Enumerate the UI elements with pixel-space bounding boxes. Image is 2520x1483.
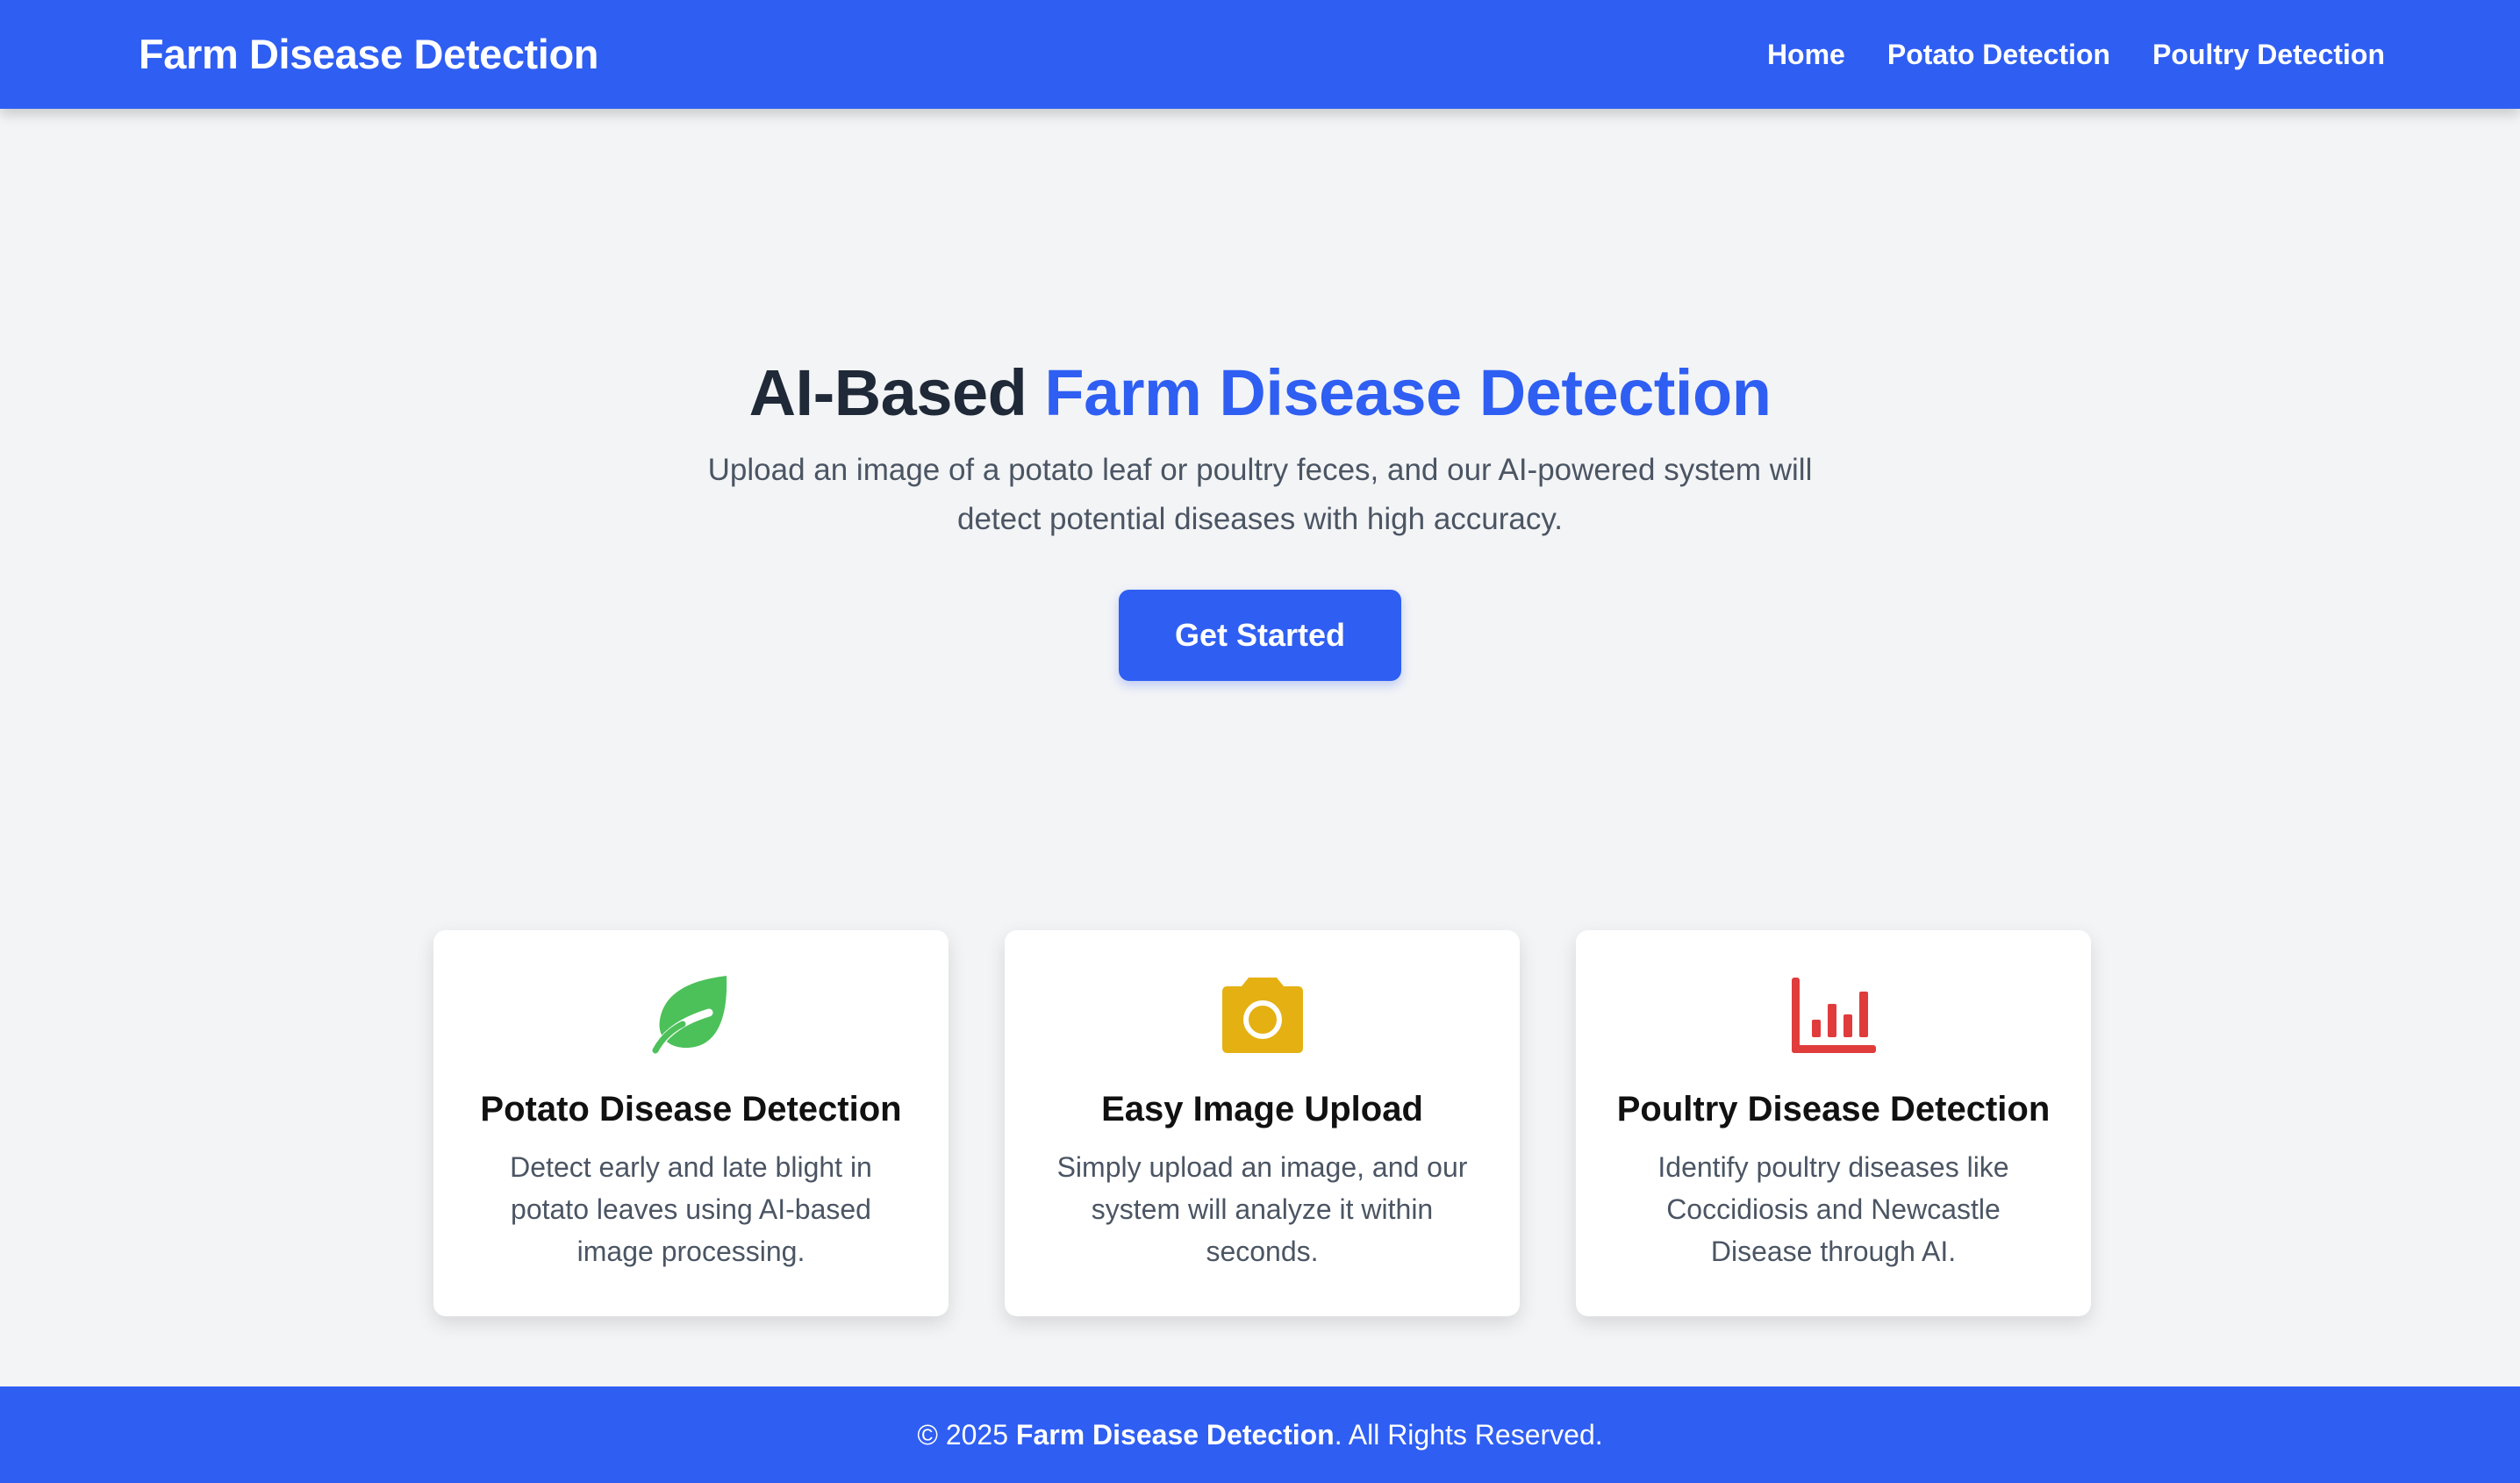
feature-card-upload: Easy Image Upload Simply upload an image… bbox=[1005, 930, 1520, 1316]
top-navbar: Farm Disease Detection Home Potato Detec… bbox=[0, 0, 2520, 109]
hero-title-accent: Farm Disease Detection bbox=[1044, 356, 1772, 429]
get-started-button[interactable]: Get Started bbox=[1119, 590, 1401, 681]
nav-link-home[interactable]: Home bbox=[1767, 32, 1845, 77]
footer-brand: Farm Disease Detection bbox=[1015, 1419, 1335, 1451]
hero-section: AI-Based Farm Disease Detection Upload a… bbox=[0, 347, 2520, 681]
hero-subtitle: Upload an image of a potato leaf or poul… bbox=[707, 453, 1813, 536]
card-description: Identify poultry diseases like Coccidios… bbox=[1657, 1151, 2009, 1267]
feature-card-potato: Potato Disease Detection Detect early an… bbox=[433, 930, 949, 1316]
feature-card-poultry: Poultry Disease Detection Identify poult… bbox=[1576, 930, 2091, 1316]
card-title: Easy Image Upload bbox=[1101, 1090, 1423, 1128]
bar-chart-icon bbox=[1791, 978, 1876, 1053]
feature-cards: Potato Disease Detection Detect early an… bbox=[433, 930, 2091, 1316]
main-nav: Home Potato Detection Poultry Detection bbox=[1767, 32, 2385, 77]
brand-title[interactable]: Farm Disease Detection bbox=[139, 26, 598, 82]
footer-rights-text: . All Rights Reserved. bbox=[1334, 1419, 1603, 1451]
leaf-icon bbox=[651, 976, 727, 1055]
card-description: Simply upload an image, and our system w… bbox=[1056, 1151, 1468, 1267]
card-title: Poultry Disease Detection bbox=[1616, 1090, 2051, 1128]
nav-link-potato-detection[interactable]: Potato Detection bbox=[1887, 32, 2110, 77]
page-footer: © 2025 Farm Disease Detection. All Right… bbox=[0, 1386, 2520, 1483]
card-description: Detect early and late blight in potato l… bbox=[510, 1151, 872, 1267]
hero-title: AI-Based Farm Disease Detection bbox=[0, 347, 2520, 439]
hero-title-plain: AI-Based bbox=[748, 356, 1045, 429]
card-title: Potato Disease Detection bbox=[480, 1090, 902, 1128]
camera-icon bbox=[1221, 978, 1303, 1053]
nav-link-poultry-detection[interactable]: Poultry Detection bbox=[2152, 32, 2385, 77]
footer-copyright-prefix: © 2025 bbox=[917, 1419, 1016, 1451]
